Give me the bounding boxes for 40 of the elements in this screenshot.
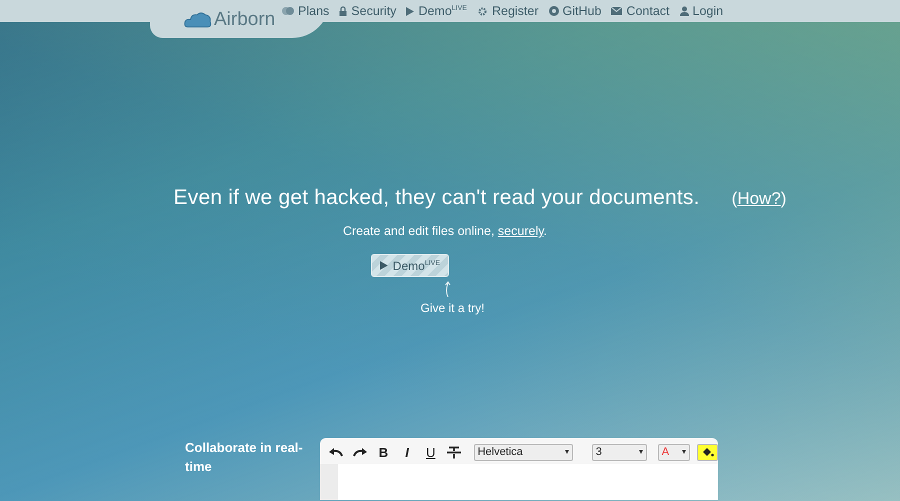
nav-link[interactable]: Register <box>476 4 539 18</box>
underline-button[interactable]: U <box>420 442 441 462</box>
caret-icon <box>564 450 569 454</box>
gear-icon <box>476 6 488 16</box>
brand-name: Airborn <box>214 8 276 30</box>
text-color-button[interactable]: A <box>658 444 690 460</box>
highlight-button[interactable] <box>697 444 718 460</box>
nav-link[interactable]: Demo$^{LIVE}$ <box>406 4 467 18</box>
how-link[interactable]: How? <box>737 189 781 208</box>
strikethrough-icon <box>447 446 462 458</box>
try-hint: Give it a try! <box>420 301 484 315</box>
play-icon <box>406 6 414 16</box>
redo-arrow-icon <box>352 447 368 457</box>
envelope-icon <box>611 7 622 15</box>
curved-arrow-icon <box>444 281 452 297</box>
paint-bucket-icon <box>702 446 714 458</box>
size-select[interactable]: 3 <box>592 444 647 460</box>
font-select[interactable]: Helvetica <box>474 444 573 460</box>
caret-icon <box>638 450 643 454</box>
headline: Even if we get hacked, they can't read your documents. <box>174 186 700 210</box>
undo-arrow-icon <box>328 447 344 457</box>
securely-link[interactable]: securely <box>498 224 544 238</box>
nav-link[interactable]: GitHub <box>548 4 602 18</box>
nav-link[interactable]: Login <box>680 4 724 18</box>
italic-button[interactable]: I <box>396 442 418 462</box>
play-icon <box>380 261 388 270</box>
bold-button[interactable]: B <box>373 442 394 462</box>
demo-button[interactable]: Demo$^{LIVE}$ <box>371 254 449 277</box>
circles-icon <box>282 6 294 16</box>
how-text: (How?) <box>732 189 786 209</box>
caret-icon <box>682 450 686 454</box>
cloud-logo-icon <box>184 10 212 28</box>
feature-title: Collaborate in real-time <box>185 439 304 476</box>
nav-link[interactable]: Security <box>339 4 396 18</box>
user-icon <box>680 6 689 16</box>
lock-icon <box>339 6 348 16</box>
github-icon <box>548 6 559 16</box>
subtitle: Create and edit files online, securely. <box>342 224 548 238</box>
nav-link[interactable]: Contact <box>611 4 670 18</box>
nav-link[interactable]: Plans <box>282 4 330 18</box>
